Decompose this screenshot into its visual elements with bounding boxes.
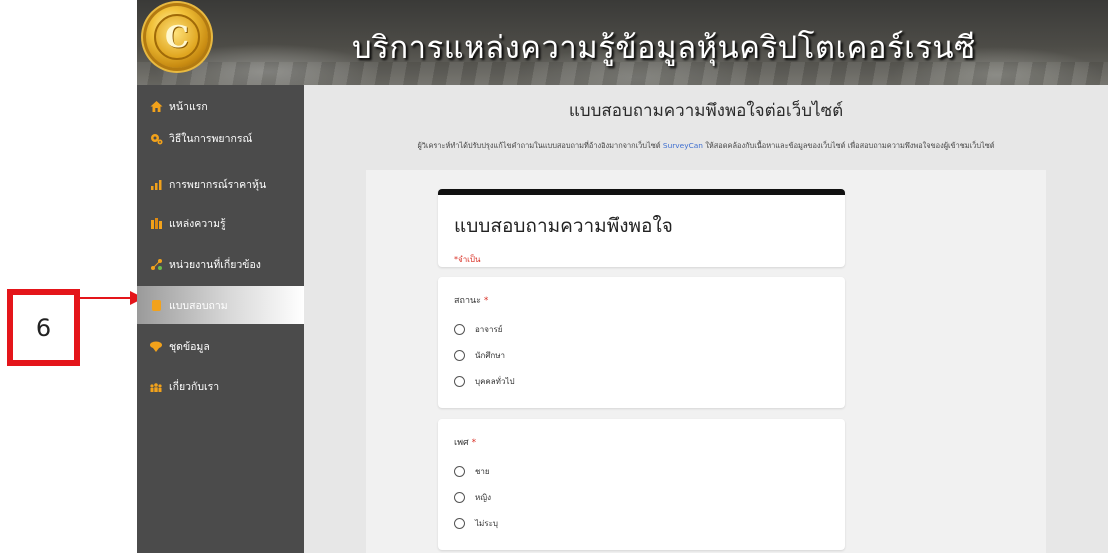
radio-button[interactable] — [454, 350, 465, 361]
page-title: แบบสอบถามความพึงพอใจต่อเว็บไซต์ — [568, 101, 844, 121]
annotation-number-box: 6 — [7, 289, 80, 366]
sidebar-item-label: เกี่ยวกับเรา — [169, 380, 220, 393]
home-icon — [149, 99, 163, 113]
sidebar-item-about[interactable]: เกี่ยวกับเรา — [137, 368, 304, 404]
radio-option[interactable]: อาจารย์ — [454, 323, 502, 336]
radio-option[interactable]: หญิง — [454, 491, 491, 504]
question-title: เพศ * — [454, 435, 476, 449]
logo-letter: C — [165, 19, 189, 55]
radio-button[interactable] — [454, 492, 465, 503]
site-header: C บริการแหล่งความรู้ข้อมูลหุ้นคริปโตเคอร… — [137, 0, 1108, 85]
coin-logo[interactable]: C — [146, 6, 208, 68]
option-label: ไม่ระบุ — [475, 519, 498, 528]
sidebar-item-survey[interactable]: แบบสอบถาม — [137, 286, 304, 324]
radio-option[interactable]: บุคคลทั่วไป — [454, 375, 515, 388]
sidebar-item-label: การพยากรณ์ราคาหุ้น — [169, 178, 267, 191]
option-label: อาจารย์ — [475, 325, 503, 334]
description-text: ให้สอดคล้องกับเนื้อหาและข้อมูลของเว็บไซต… — [702, 141, 995, 150]
form-header-card: แบบสอบถามความพึงพอใจ *จำเป็น — [438, 189, 845, 267]
description-text: ผู้วิเคราะห์ทำได้ปรับปรุงแก้ไขคำถามในแบบ… — [417, 141, 663, 150]
radio-button[interactable] — [454, 376, 465, 387]
people-icon — [149, 379, 163, 393]
option-label: บุคคลทั่วไป — [475, 377, 515, 386]
main-content: แบบสอบถามความพึงพอใจต่อเว็บไซต์ ผู้วิเคร… — [304, 85, 1108, 553]
website-window: C บริการแหล่งความรู้ข้อมูลหุ้นคริปโตเคอร… — [137, 0, 1108, 553]
radio-button[interactable] — [454, 518, 465, 529]
required-star: * — [471, 438, 477, 448]
sidebar-item-home[interactable]: หน้าแรก — [137, 88, 304, 124]
sidebar-item-label: วิธีในการพยากรณ์ — [169, 132, 253, 145]
option-label: หญิง — [475, 493, 491, 502]
question-title: สถานะ * — [454, 293, 488, 307]
sidebar-item-label: แบบสอบถาม — [169, 299, 228, 312]
network-icon — [149, 257, 163, 271]
question-label: เพศ — [454, 438, 469, 448]
sidebar-item-dataset[interactable]: ชุดข้อมูล — [137, 328, 304, 364]
sidebar-item-label: ชุดข้อมูล — [169, 340, 210, 353]
coin-logo-inner: C — [154, 14, 200, 60]
sidebar-item-label: หน้าแรก — [169, 100, 208, 113]
sidebar-item-methods[interactable]: วิธีในการพยากรณ์ — [137, 120, 304, 156]
sidebar-item-label: แหล่งความรู้ — [169, 217, 226, 230]
surveycan-link[interactable]: SurveyCan — [663, 141, 703, 150]
radio-button[interactable] — [454, 324, 465, 335]
radio-option[interactable]: ไม่ระบุ — [454, 517, 498, 530]
radio-button[interactable] — [454, 466, 465, 477]
page-description: ผู้วิเคราะห์ทำได้ปรับปรุงแก้ไขคำถามในแบบ… — [304, 140, 1108, 152]
sidebar-item-agencies[interactable]: หน่วยงานที่เกี่ยวข้อง — [137, 246, 304, 282]
sidebar-item-knowledge[interactable]: แหล่งความรู้ — [137, 205, 304, 241]
option-label: ชาย — [475, 467, 490, 476]
required-note: *จำเป็น — [454, 255, 481, 264]
radio-option[interactable]: นักศึกษา — [454, 349, 505, 362]
data-icon — [149, 339, 163, 353]
annotation-number: 6 — [35, 313, 52, 342]
sidebar-item-label: หน่วยงานที่เกี่ยวข้อง — [169, 258, 261, 271]
books-icon — [149, 216, 163, 230]
form-title: แบบสอบถามความพึงพอใจ — [454, 215, 673, 237]
site-title: บริการแหล่งความรู้ข้อมูลหุ้นคริปโตเคอร์เ… — [352, 30, 976, 66]
question-label: สถานะ — [454, 296, 481, 306]
option-label: นักศึกษา — [475, 351, 505, 360]
required-star: * — [483, 296, 489, 306]
sidebar: หน้าแรก วิธีในการพยากรณ์ การพยากรณ์ราคาห… — [137, 85, 304, 553]
question-card-gender: เพศ * ชาย หญิง ไม่ระบุ — [438, 419, 845, 550]
bar-chart-icon — [149, 177, 163, 191]
sidebar-item-forecast[interactable]: การพยากรณ์ราคาหุ้น — [137, 166, 304, 202]
survey-icon — [149, 298, 163, 312]
gears-icon — [149, 131, 163, 145]
radio-option[interactable]: ชาย — [454, 465, 490, 478]
question-card-status: สถานะ * อาจารย์ นักศึกษา บุคคลทั่วไป — [438, 277, 845, 408]
